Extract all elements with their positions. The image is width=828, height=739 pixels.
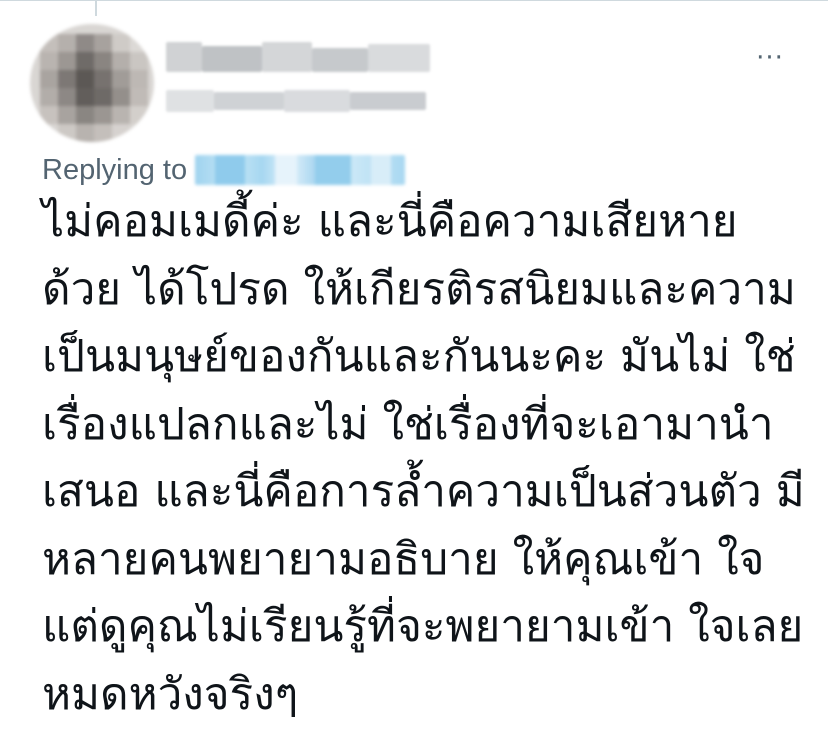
tweet-text-line: หลายคนพยายามอธิบาย ให้คุณเข้า ใจ (42, 533, 765, 585)
display-name-blurred[interactable] (166, 38, 432, 118)
replying-to-label: Replying to (42, 153, 188, 186)
avatar[interactable] (30, 24, 154, 142)
tweet-text-line: เรื่องแปลกและไม่ ใช่เรื่องที่จะเอามานำ (42, 398, 774, 450)
replying-to: Replying to (42, 150, 406, 190)
tweet-text-line: แต่ดูคุณไม่เรียนรู้ที่จะพยายามเข้า ใจเลย (42, 601, 804, 652)
top-divider (0, 0, 828, 1)
tweet-text-line: ไม่คอมเมดี้ค่ะ และนี่คือความเสียหาย (42, 196, 738, 247)
thread-connector-line (95, 0, 97, 16)
tweet-text-line: เป็นมนุษย์ของกันและกันนะคะ มันไม่ ใช่ (42, 331, 796, 382)
more-options-icon[interactable]: ··· (752, 45, 788, 72)
replying-to-handle-blurred[interactable] (195, 155, 406, 185)
tweet-text-line: เสนอ และนี่คือการล้ำความเป็นส่วนตัว มี (42, 466, 805, 517)
tweet-text: ไม่คอมเมดี้ค่ะ และนี่คือความเสียหาย ด้วย… (42, 188, 812, 728)
tweet-text-line: ด้วย ได้โปรด ให้เกียรติรสนิยมและความ (42, 263, 796, 315)
tweet-text-line: หมดหวังจริงๆ (42, 668, 299, 720)
